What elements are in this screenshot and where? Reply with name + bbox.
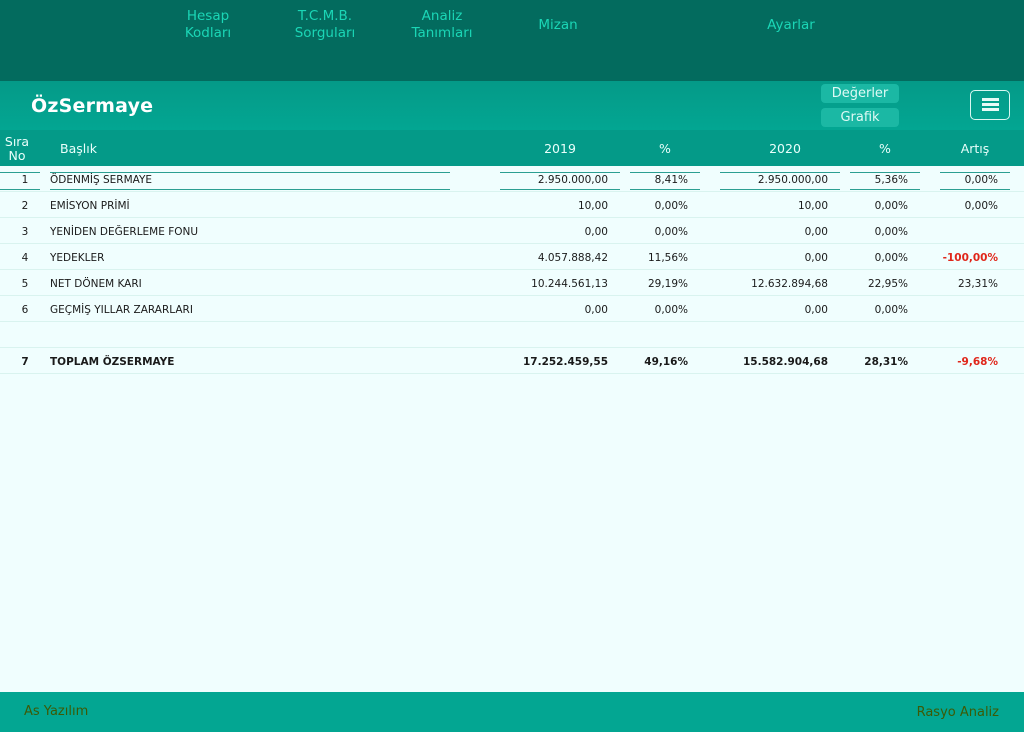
nav-ayarlar[interactable]: Ayarlar — [760, 17, 822, 34]
hamburger-icon[interactable] — [970, 90, 1010, 120]
row-title: YEDEKLER — [50, 252, 105, 264]
row-pct-2020: 0,00% — [874, 200, 908, 212]
row-value-2020: 15.582.904,68 — [742, 356, 828, 368]
row-value-2020: 2.950.000,00 — [757, 174, 828, 186]
row-title: GEÇMİŞ YILLAR ZARARLARI — [50, 304, 193, 316]
header-2020: 2020 — [769, 141, 801, 156]
row-title: NET DÖNEM KARI — [50, 278, 142, 290]
row-pct-2020: 22,95% — [867, 278, 908, 290]
row-value-2019: 2.950.000,00 — [537, 174, 608, 186]
row-pct-2019: 11,56% — [647, 252, 688, 264]
row-value-2019: 0,00 — [584, 304, 608, 316]
table-header: Sıra No Başlık 2019 % 2020 % Artış — [0, 130, 1024, 166]
total-row: 7 TOPLAM ÖZSERMAYE 17.252.459,55 49,16% 15.5… — [0, 348, 1024, 374]
header-pct-2020: % — [879, 141, 891, 156]
nav-tcmb-sorgulari[interactable]: T.C.M.B. Sorguları — [288, 8, 362, 42]
row-value-2020: 0,00 — [804, 252, 828, 264]
footer-app-name: Rasyo Analiz — [916, 705, 999, 720]
row-value-2019: 0,00 — [584, 226, 608, 238]
row-pct-2020: 5,36% — [874, 174, 908, 186]
row-pct-2019: 0,00% — [654, 226, 688, 238]
header-change: Artış — [960, 141, 990, 156]
row-title: EMİSYON PRİMİ — [50, 200, 130, 212]
table-row-empty — [0, 322, 1024, 348]
row-value-2020: 12.632.894,68 — [751, 278, 828, 290]
row-no: 5 — [21, 278, 29, 290]
row-value-2020: 0,00 — [804, 226, 828, 238]
row-no: 2 — [21, 200, 29, 212]
row-no: 7 — [21, 356, 29, 368]
row-pct-2019: 0,00% — [654, 304, 688, 316]
row-title: YENİDEN DEĞERLEME FONU — [50, 226, 199, 238]
table-row: 1 ÖDENMİŞ SERMAYE 2.950.000,00 8,41% 2.950.0… — [0, 166, 1024, 192]
row-pct-2020: 28,31% — [864, 356, 908, 368]
header-pct-2019: % — [659, 141, 671, 156]
header-title: Başlık — [60, 141, 97, 156]
row-value-2019: 4.057.888,42 — [537, 252, 608, 264]
row-change: 0,00% — [964, 174, 998, 186]
values-button[interactable]: Değerler — [821, 84, 899, 103]
footer: As Yazılım Rasyo Analiz — [0, 692, 1024, 732]
row-value-2020: 10,00 — [797, 200, 828, 212]
page-title: ÖzSermaye — [31, 95, 154, 117]
row-pct-2020: 0,00% — [874, 304, 908, 316]
row-change: -9,68% — [957, 356, 998, 368]
header-2019: 2019 — [544, 141, 576, 156]
row-value-2019: 17.252.459,55 — [522, 356, 608, 368]
row-pct-2019: 49,16% — [644, 356, 688, 368]
table-row: 5 NET DÖNEM KARI 10.244.561,13 29,19% 12.632… — [0, 270, 1024, 296]
table-row: 2 EMİSYON PRİMİ 10,00 0,00% 10,00 0,00% 0,00% — [0, 192, 1024, 218]
row-change: 0,00% — [964, 200, 998, 212]
footer-company: As Yazılım — [24, 704, 89, 719]
row-value-2019: 10.244.561,13 — [531, 278, 608, 290]
table-row: 6 GEÇMİŞ YILLAR ZARARLARI 0,00 0,00% 0,00 0,0… — [0, 296, 1024, 322]
row-no: 4 — [21, 252, 29, 264]
row-no: 6 — [21, 304, 29, 316]
row-pct-2020: 0,00% — [874, 226, 908, 238]
chart-button[interactable]: Grafik — [821, 108, 899, 127]
row-no: 1 — [21, 174, 29, 186]
table-row: 3 YENİDEN DEĞERLEME FONU 0,00 0,00% 0,00 0,00… — [0, 218, 1024, 244]
table-row: 4 YEDEKLER 4.057.888,42 11,56% 0,00 0,00% -100… — [0, 244, 1024, 270]
nav-analiz-tanimlari[interactable]: Analiz Tanımları — [404, 8, 480, 42]
row-change: 23,31% — [957, 278, 998, 290]
row-pct-2019: 29,19% — [647, 278, 688, 290]
row-no: 3 — [21, 226, 29, 238]
top-navigation: Hesap Kodları T.C.M.B. Sorguları Analiz … — [0, 0, 1024, 81]
row-title: ÖDENMİŞ SERMAYE — [50, 174, 153, 186]
row-value-2019: 10,00 — [577, 200, 608, 212]
nav-mizan[interactable]: Mizan — [530, 17, 586, 34]
row-pct-2019: 0,00% — [654, 200, 688, 212]
nav-hesap-kodlari[interactable]: Hesap Kodları — [176, 8, 240, 42]
header-no: Sıra No — [4, 134, 30, 163]
row-pct-2020: 0,00% — [874, 252, 908, 264]
row-value-2020: 0,00 — [804, 304, 828, 316]
row-title: TOPLAM ÖZSERMAYE — [50, 356, 175, 368]
row-change: -100,00% — [942, 252, 998, 264]
row-pct-2019: 8,41% — [654, 174, 688, 186]
